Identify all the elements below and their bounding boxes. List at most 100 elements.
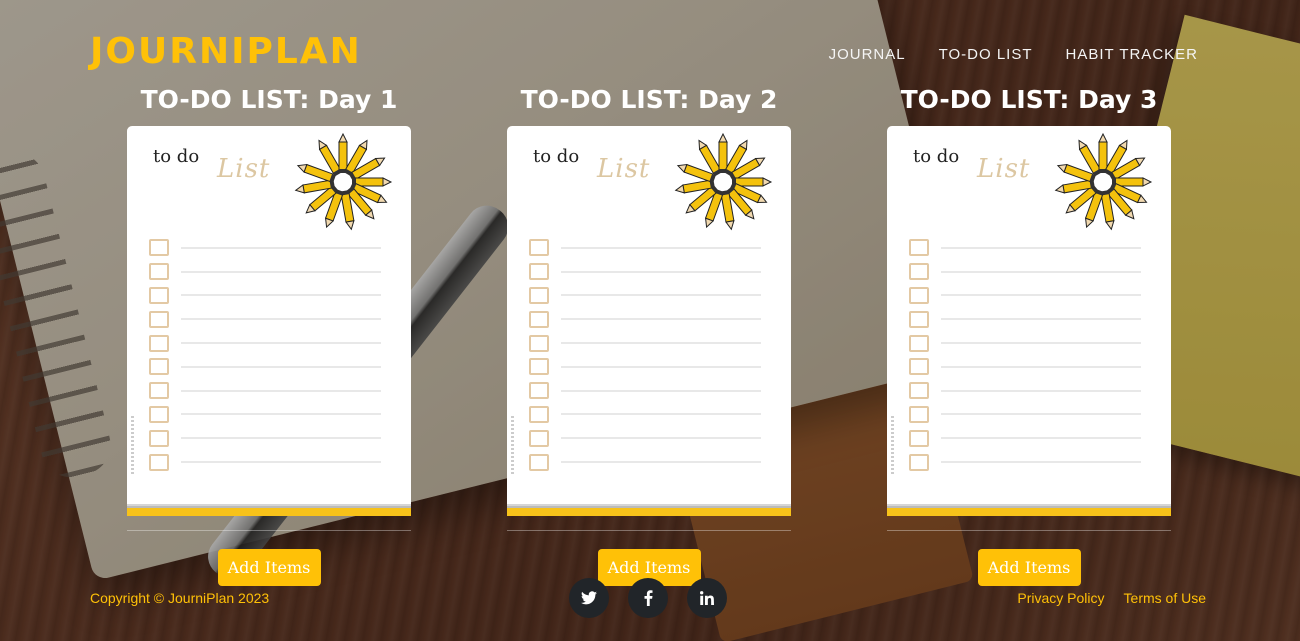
checkbox-icon <box>909 382 929 400</box>
todo-list-image[interactable]: to do List <box>127 126 411 504</box>
copyright-text: Copyright © JourniPlan 2023 <box>90 590 270 606</box>
checkbox-icon <box>529 429 549 447</box>
card-title: TO-DO LIST: Day 1 <box>140 85 398 114</box>
checkbox-icon <box>909 263 929 281</box>
write-line <box>181 461 381 464</box>
write-line <box>181 246 381 249</box>
todo-list-image[interactable]: to do List <box>887 126 1171 504</box>
write-line <box>941 437 1141 440</box>
facebook-icon[interactable] <box>628 578 668 618</box>
write-line <box>181 365 381 368</box>
paper-margin-text <box>131 416 134 476</box>
write-line <box>181 389 381 392</box>
nav-journal[interactable]: JOURNAL <box>829 46 906 64</box>
checklist <box>149 236 381 474</box>
checklist-row <box>149 450 381 474</box>
header: JOURNIPLAN JOURNAL TO-DO LIST HABIT TRAC… <box>0 0 1300 80</box>
checklist-row <box>529 403 761 427</box>
checklist-row <box>529 260 761 284</box>
checkbox-icon <box>149 334 169 352</box>
add-items-button[interactable]: Add Items <box>977 549 1081 586</box>
card-divider <box>507 530 791 531</box>
write-line <box>941 365 1141 368</box>
card-divider <box>127 530 411 531</box>
checkbox-icon <box>149 429 169 447</box>
checkbox-icon <box>149 405 169 423</box>
checkbox-icon <box>529 334 549 352</box>
checklist-row <box>909 450 1141 474</box>
paper-bottom-border <box>507 504 791 516</box>
card-divider <box>887 530 1171 531</box>
write-line <box>941 389 1141 392</box>
checkbox-icon <box>909 429 929 447</box>
write-line <box>561 318 761 321</box>
write-line <box>561 342 761 345</box>
checklist-row <box>529 284 761 308</box>
checkbox-icon <box>149 453 169 471</box>
write-line <box>181 294 381 297</box>
nav-todo-list[interactable]: TO-DO LIST <box>939 46 1033 64</box>
linkedin-icon[interactable] <box>687 578 727 618</box>
paper-list-text: List <box>217 154 271 184</box>
write-line <box>941 270 1141 273</box>
write-line <box>561 413 761 416</box>
checklist <box>529 236 761 474</box>
checklist-row <box>149 307 381 331</box>
checklist-row <box>529 355 761 379</box>
legal-links: Privacy Policy Terms of Use <box>1017 590 1206 606</box>
checklist-row <box>529 379 761 403</box>
checkbox-icon <box>149 382 169 400</box>
checkbox-icon <box>149 286 169 304</box>
write-line <box>561 270 761 273</box>
add-items-button[interactable]: Add Items <box>217 549 321 586</box>
checklist-row <box>909 307 1141 331</box>
twitter-icon[interactable] <box>569 578 609 618</box>
checkbox-icon <box>909 239 929 257</box>
write-line <box>181 437 381 440</box>
paper-list-text: List <box>977 154 1031 184</box>
paper-margin-text <box>511 416 514 476</box>
paper-todo-text: to do <box>913 146 960 167</box>
checklist-row <box>909 426 1141 450</box>
terms-of-use-link[interactable]: Terms of Use <box>1124 590 1206 606</box>
write-line <box>561 437 761 440</box>
checkbox-icon <box>149 263 169 281</box>
checklist-row <box>149 260 381 284</box>
checklist-row <box>909 331 1141 355</box>
checkbox-icon <box>149 358 169 376</box>
write-line <box>941 294 1141 297</box>
paper-margin-text <box>891 416 894 476</box>
checkbox-icon <box>149 239 169 257</box>
nav-habit-tracker[interactable]: HABIT TRACKER <box>1066 46 1198 64</box>
checkbox-icon <box>529 263 549 281</box>
write-line <box>561 365 761 368</box>
write-line <box>181 318 381 321</box>
checkbox-icon <box>529 382 549 400</box>
checkbox-icon <box>529 358 549 376</box>
checklist-row <box>529 331 761 355</box>
pencil-ring-icon <box>294 132 393 231</box>
write-line <box>561 389 761 392</box>
todo-list-image[interactable]: to do List <box>507 126 791 504</box>
checklist-row <box>909 379 1141 403</box>
checklist-row <box>149 426 381 450</box>
paper-bottom-border <box>887 504 1171 516</box>
checkbox-icon <box>529 286 549 304</box>
brand-logo[interactable]: JOURNIPLAN <box>90 30 362 74</box>
checklist-row <box>909 260 1141 284</box>
checkbox-icon <box>909 286 929 304</box>
paper-todo-text: to do <box>153 146 200 167</box>
todo-card-day-3: TO-DO LIST: Day 3 to do List Add Items <box>887 84 1171 586</box>
write-line <box>941 413 1141 416</box>
write-line <box>561 294 761 297</box>
checklist-row <box>149 331 381 355</box>
checkbox-icon <box>909 453 929 471</box>
pencil-ring-icon <box>674 132 773 231</box>
checkbox-icon <box>529 453 549 471</box>
todo-card-day-1: TO-DO LIST: Day 1 to do List Add Items <box>127 84 411 586</box>
checkbox-icon <box>909 310 929 328</box>
checklist-row <box>529 450 761 474</box>
card-title: TO-DO LIST: Day 3 <box>900 85 1158 114</box>
pencil-ring-icon <box>1054 132 1153 231</box>
privacy-policy-link[interactable]: Privacy Policy <box>1017 590 1104 606</box>
